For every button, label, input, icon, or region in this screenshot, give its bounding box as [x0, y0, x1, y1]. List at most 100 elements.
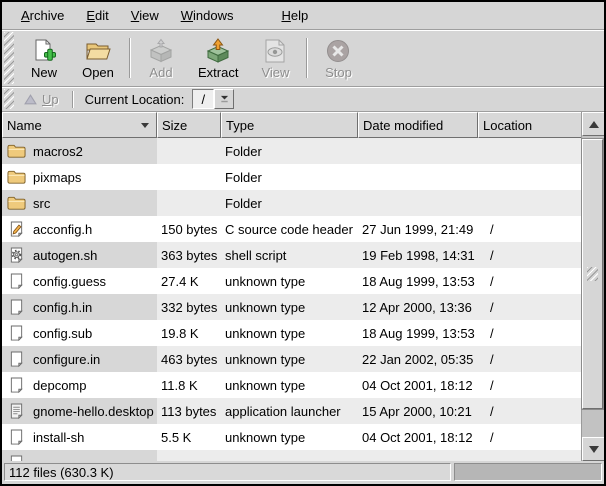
file-name: autogen.sh	[33, 248, 97, 263]
menu-edit[interactable]: Edit	[75, 3, 119, 29]
toolbar-separator	[129, 38, 130, 78]
file-row[interactable]: configure.in463 bytesunknown type22 Jan …	[2, 346, 582, 372]
file-name-cell: depcomp	[2, 372, 157, 398]
add-files-icon	[148, 38, 174, 64]
file-type-cell: Folder	[221, 190, 358, 216]
column-header-size[interactable]: Size	[157, 112, 221, 138]
file-date-cell	[358, 164, 478, 190]
stop-button[interactable]: Stop	[311, 34, 365, 83]
scroll-down-button[interactable]	[582, 437, 605, 461]
file-row[interactable]: config.h.in332 bytesunknown type12 Apr 2…	[2, 294, 582, 320]
current-location-label: Current Location:	[85, 92, 185, 107]
new-archive-icon	[31, 38, 57, 64]
file-date-cell: 04 Oct 2001, 18:12	[358, 372, 478, 398]
file-icon	[6, 375, 26, 395]
file-location-cell: /	[478, 268, 582, 294]
file-name: install-sh	[33, 430, 84, 445]
location-bar: Up Current Location: /	[2, 87, 604, 112]
file-name: config.sub	[33, 326, 92, 341]
file-type-cell: Folder	[221, 138, 358, 164]
file-date-cell: 27 Jun 1999, 21:49	[358, 216, 478, 242]
menu-help[interactable]: Help	[270, 3, 319, 29]
file-type-cell: unknown type	[221, 346, 358, 372]
scroll-down-arrow-icon	[589, 446, 599, 453]
folder-icon	[6, 193, 26, 213]
toolbar: New Open Add Extract View Stop	[2, 30, 604, 87]
file-row[interactable]: config.sub19.8 Kunknown type18 Aug 1999,…	[2, 320, 582, 346]
file-name-cell: install-sh	[2, 424, 157, 450]
vertical-scrollbar[interactable]	[581, 112, 604, 461]
file-date-cell: 18 Aug 1999, 13:53	[358, 320, 478, 346]
file-type-cell: unknown type	[221, 294, 358, 320]
open-button-label: Open	[82, 65, 114, 80]
file-row[interactable]: acconfig.h150 bytesC source code header2…	[2, 216, 582, 242]
location-dropdown-button[interactable]	[214, 89, 234, 109]
file-size-cell: 5.5 K	[157, 424, 221, 450]
file-name: gnome-hello.desktop	[33, 404, 154, 419]
location-entry[interactable]: /	[192, 89, 214, 109]
open-button[interactable]: Open	[71, 34, 125, 83]
column-header-location[interactable]: Location	[478, 112, 582, 138]
up-button[interactable]: Up	[17, 91, 66, 108]
column-header-type[interactable]: Type	[221, 112, 358, 138]
file-date-cell	[358, 190, 478, 216]
shell-script-icon	[6, 245, 26, 265]
file-name: config.h.in	[33, 300, 92, 315]
file-name: pixmaps	[33, 170, 81, 185]
file-location-cell: /	[478, 216, 582, 242]
file-name: src	[33, 196, 50, 211]
file-row[interactable]: macros2 Folder	[2, 138, 582, 164]
file-name-cell: config.h.in	[2, 294, 157, 320]
file-name-cell: acconfig.h	[2, 216, 157, 242]
locationbar-drag-handle[interactable]	[4, 89, 14, 109]
file-name: configure.in	[33, 352, 100, 367]
file-date-cell	[358, 138, 478, 164]
sort-down-icon	[141, 123, 149, 128]
file-date-cell: 19 Feb 1998, 14:31	[358, 242, 478, 268]
file-row[interactable]: src Folder	[2, 190, 582, 216]
up-arrow-icon	[24, 94, 37, 105]
file-size-cell: 19.8 K	[157, 320, 221, 346]
file-row[interactable]: pixmapsFolder	[2, 164, 582, 190]
file-icon	[6, 323, 26, 343]
file-size-cell: 363 bytes	[157, 242, 221, 268]
file-type-cell: shell script	[221, 242, 358, 268]
status-text: 112 files (630.3 K)	[9, 465, 114, 480]
file-location-cell: /	[478, 372, 582, 398]
menu-view[interactable]: View	[120, 3, 170, 29]
file-row[interactable]: install-sh5.5 Kunknown type04 Oct 2001, …	[2, 424, 582, 450]
view-button[interactable]: View	[248, 34, 302, 83]
scroll-up-button[interactable]	[582, 112, 605, 136]
file-row[interactable]: depcomp11.8 Kunknown type04 Oct 2001, 18…	[2, 372, 582, 398]
file-name-cell: pixmaps	[2, 164, 157, 190]
menu-archive[interactable]: Archive	[10, 3, 75, 29]
extract-button[interactable]: Extract	[188, 34, 248, 83]
location-value: /	[202, 92, 206, 107]
file-row[interactable]	[2, 450, 582, 461]
status-progress-panel	[454, 463, 602, 481]
file-name: depcomp	[33, 378, 86, 393]
file-location-cell	[478, 138, 582, 164]
scroll-up-arrow-icon	[589, 121, 599, 128]
file-location-cell: /	[478, 424, 582, 450]
file-location-cell: /	[478, 346, 582, 372]
file-location-cell	[478, 164, 582, 190]
new-button[interactable]: New	[17, 34, 71, 83]
column-header-name[interactable]: Name	[2, 112, 157, 138]
file-date-cell: 15 Apr 2000, 10:21	[358, 398, 478, 424]
file-name: macros2	[33, 144, 83, 159]
add-button-label: Add	[149, 65, 172, 80]
file-list: macros2 FolderpixmapsFolder src Folder accon…	[2, 138, 582, 461]
file-size-cell: 150 bytes	[157, 216, 221, 242]
add-button[interactable]: Add	[134, 34, 188, 83]
menu-windows[interactable]: Windows	[170, 3, 245, 29]
column-header-date-modified[interactable]: Date modified	[358, 112, 478, 138]
file-icon	[6, 349, 26, 369]
file-row[interactable]: gnome-hello.desktop113 bytesapplication …	[2, 398, 582, 424]
file-size-cell: 27.4 K	[157, 268, 221, 294]
file-row[interactable]: config.guess27.4 Kunknown type18 Aug 199…	[2, 268, 582, 294]
file-row[interactable]: autogen.sh 363 bytesshell script19 Feb 19…	[2, 242, 582, 268]
scrollbar-thumb[interactable]	[582, 139, 603, 409]
file-name: acconfig.h	[33, 222, 92, 237]
toolbar-drag-handle[interactable]	[4, 32, 14, 84]
